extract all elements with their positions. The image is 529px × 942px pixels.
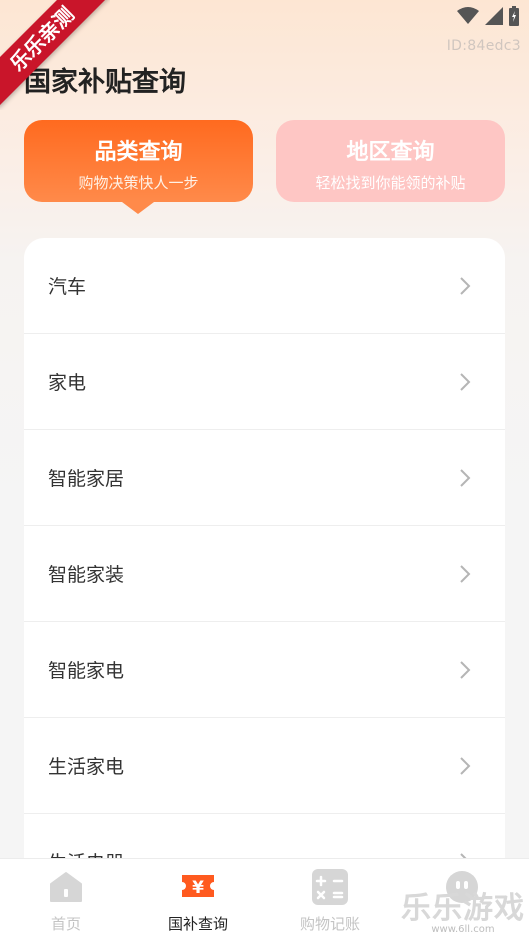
tab-title: 品类查询 — [94, 140, 183, 165]
chevron-right-icon — [460, 661, 471, 679]
home-icon — [50, 872, 82, 902]
list-item-smart-appliance[interactable]: 智能家电 — [24, 622, 505, 718]
list-item-appliance[interactable]: 家电 — [24, 334, 505, 430]
list-item-label: 家电 — [48, 372, 87, 394]
tab-category-query[interactable]: 品类查询 购物决策快人一步 — [24, 120, 253, 202]
wifi-icon — [457, 7, 479, 24]
tab-subtitle: 轻松找到你能领的补贴 — [315, 174, 466, 192]
ribbon-text: 乐乐亲测 — [0, 0, 110, 108]
status-icons — [457, 6, 519, 26]
list-item-life-appliance[interactable]: 生活家电 — [24, 718, 505, 814]
category-list: 汽车 家电 智能家居 智能家装 智能家电 生活家电 生活电器 — [24, 238, 505, 878]
corner-ribbon: 乐乐亲测 — [0, 0, 110, 110]
nav-label: 国补查询 — [167, 915, 228, 933]
list-item-label: 智能家装 — [48, 564, 125, 586]
list-item-label: 智能家电 — [48, 660, 125, 682]
chevron-right-icon — [460, 373, 471, 391]
nav-label: 首页 — [50, 915, 81, 933]
battery-icon — [509, 6, 519, 26]
list-item-smart-decor[interactable]: 智能家装 — [24, 526, 505, 622]
active-tab-pointer — [122, 202, 154, 214]
nav-item-shopping-ledger[interactable]: 购物记账 — [264, 859, 396, 942]
chevron-right-icon — [460, 565, 471, 583]
tab-title: 地区查询 — [346, 140, 435, 165]
ticket-yen-icon: ¥ — [182, 875, 214, 898]
watermark-text: 乐乐游戏 — [401, 891, 525, 926]
list-item-label: 汽车 — [48, 276, 87, 298]
nav-item-home[interactable]: 首页 — [0, 859, 132, 942]
svg-text:¥: ¥ — [192, 878, 204, 898]
tab-subtitle: 购物决策快人一步 — [78, 174, 199, 192]
watermark-logo: 乐乐游戏 www.6ll.com — [401, 891, 525, 936]
device-id: ID:84edc3 — [446, 38, 521, 54]
list-item-label: 智能家居 — [48, 468, 125, 490]
chevron-right-icon — [460, 277, 471, 295]
nav-label: 购物记账 — [299, 915, 360, 933]
list-item-label: 生活家电 — [48, 756, 125, 778]
tab-region-query[interactable]: 地区查询 轻松找到你能领的补贴 — [276, 120, 505, 202]
nav-item-subsidy-query[interactable]: ¥ 国补查询 — [132, 859, 264, 942]
chevron-right-icon — [460, 469, 471, 487]
calculator-icon — [312, 869, 348, 905]
list-item-smart-home[interactable]: 智能家居 — [24, 430, 505, 526]
list-item-car[interactable]: 汽车 — [24, 238, 505, 334]
signal-icon — [485, 7, 503, 25]
chevron-right-icon — [460, 757, 471, 775]
